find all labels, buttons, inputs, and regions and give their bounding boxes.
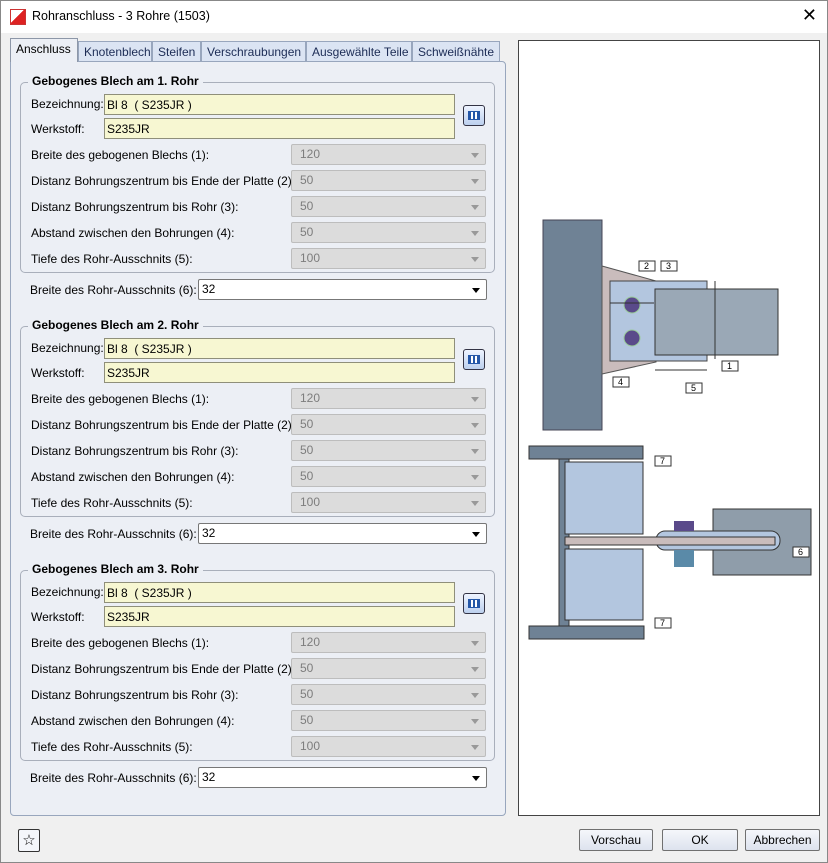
cutout-width-label: Breite des Rohr-Ausschnits (6):	[30, 283, 197, 297]
bezeichnung-label: Bezeichnung:	[31, 341, 104, 355]
callout-2: 2	[638, 260, 656, 272]
bezeichnung-input[interactable]: Bl 8 ( S235JR )	[104, 94, 455, 115]
connection-drawing: 1 2 3 4 5 6 7 7	[528, 219, 812, 640]
favorite-star-button[interactable]: ☆	[18, 829, 40, 852]
field-label: Distanz Bohrungszentrum bis Rohr (3):	[31, 688, 239, 702]
werkstoff-label: Werkstoff:	[31, 610, 85, 624]
preview-button[interactable]: Vorschau	[579, 829, 653, 851]
callout-1: 1	[721, 360, 739, 372]
field-label: Abstand zwischen den Bohrungen (4):	[31, 714, 235, 728]
werkstoff-input[interactable]: S235JR	[104, 362, 455, 383]
field-dropdown-disabled: 120	[291, 632, 486, 653]
tab-knotenblech[interactable]: Knotenblech	[78, 41, 152, 61]
field-label: Abstand zwischen den Bohrungen (4):	[31, 470, 235, 484]
bent-plate-group-2: Gebogenes Blech am 2. Rohr Bezeichnung: …	[20, 318, 495, 517]
catalog-button[interactable]	[463, 105, 485, 126]
tab-schweissnaehte[interactable]: Schweißnähte	[412, 41, 500, 61]
catalog-icon	[468, 599, 480, 608]
tab-steifen[interactable]: Steifen	[152, 41, 201, 61]
app-icon	[10, 9, 26, 25]
callout-5: 5	[685, 382, 703, 394]
bezeichnung-input[interactable]: Bl 8 ( S235JR )	[104, 582, 455, 603]
cutout-width-label: Breite des Rohr-Ausschnits (6):	[30, 527, 197, 541]
werkstoff-input[interactable]: S235JR	[104, 606, 455, 627]
ok-button[interactable]: OK	[662, 829, 738, 851]
field-dropdown-disabled: 50	[291, 658, 486, 679]
tab-anschluss[interactable]: Anschluss	[10, 38, 78, 62]
field-dropdown-disabled: 50	[291, 710, 486, 731]
field-label: Distanz Bohrungszentrum bis Ende der Pla…	[31, 662, 296, 676]
svg-text:5: 5	[691, 383, 696, 393]
field-label: Breite des gebogenen Blechs (1):	[31, 636, 210, 650]
werkstoff-label: Werkstoff:	[31, 122, 85, 136]
field-dropdown-disabled: 120	[291, 388, 486, 409]
cutout-width-dropdown[interactable]: 32	[198, 523, 487, 544]
werkstoff-input[interactable]: S235JR	[104, 118, 455, 139]
tab-verschraubungen[interactable]: Verschraubungen	[201, 41, 306, 61]
bezeichnung-label: Bezeichnung:	[31, 97, 104, 111]
field-label: Breite des gebogenen Blechs (1):	[31, 148, 210, 162]
field-dropdown-disabled: 50	[291, 466, 486, 487]
field-dropdown-disabled: 100	[291, 736, 486, 757]
dialog-window: Rohranschluss - 3 Rohre (1503) ✕ Anschlu…	[0, 0, 828, 863]
callout-3: 3	[660, 260, 678, 272]
bent-plate-group-1: Gebogenes Blech am 1. Rohr Bezeichnung: …	[20, 74, 495, 273]
cutout-width-dropdown[interactable]: 32	[198, 279, 487, 300]
werkstoff-label: Werkstoff:	[31, 366, 85, 380]
group-title: Gebogenes Blech am 2. Rohr	[28, 318, 203, 332]
svg-text:7: 7	[660, 456, 665, 466]
bezeichnung-input[interactable]: Bl 8 ( S235JR )	[104, 338, 455, 359]
window-title: Rohranschluss - 3 Rohre (1503)	[32, 9, 210, 23]
close-icon[interactable]: ✕	[802, 5, 817, 26]
svg-text:2: 2	[644, 261, 649, 271]
field-label: Distanz Bohrungszentrum bis Ende der Pla…	[31, 174, 296, 188]
field-dropdown-disabled: 50	[291, 684, 486, 705]
field-dropdown-disabled: 50	[291, 196, 486, 217]
bezeichnung-label: Bezeichnung:	[31, 585, 104, 599]
preview-image: 1 2 3 4 5 6 7 7	[518, 40, 820, 816]
group-title: Gebogenes Blech am 1. Rohr	[28, 74, 203, 88]
callout-6: 6	[792, 546, 810, 558]
field-label: Abstand zwischen den Bohrungen (4):	[31, 226, 235, 240]
tab-ausgewaehlte-teile[interactable]: Ausgewählte Teile	[306, 41, 412, 61]
callout-4: 4	[612, 376, 630, 388]
field-dropdown-disabled: 50	[291, 440, 486, 461]
callout-7-top: 7	[654, 455, 672, 467]
field-dropdown-disabled: 100	[291, 248, 486, 269]
callout-7-bottom: 7	[654, 617, 672, 629]
field-dropdown-disabled: 50	[291, 414, 486, 435]
field-label: Distanz Bohrungszentrum bis Rohr (3):	[31, 444, 239, 458]
catalog-button[interactable]	[463, 593, 485, 614]
cutout-width-dropdown[interactable]: 32	[198, 767, 487, 788]
svg-text:7: 7	[660, 618, 665, 628]
field-label: Breite des gebogenen Blechs (1):	[31, 392, 210, 406]
field-dropdown-disabled: 100	[291, 492, 486, 513]
star-icon: ☆	[22, 832, 36, 849]
catalog-icon	[468, 111, 480, 120]
field-label: Tiefe des Rohr-Ausschnits (5):	[31, 740, 193, 754]
svg-text:4: 4	[618, 377, 623, 387]
bent-plate-group-3: Gebogenes Blech am 3. Rohr Bezeichnung: …	[20, 562, 495, 761]
cancel-button[interactable]: Abbrechen	[745, 829, 820, 851]
field-label: Distanz Bohrungszentrum bis Rohr (3):	[31, 200, 239, 214]
group-title: Gebogenes Blech am 3. Rohr	[28, 562, 203, 576]
title-bar: Rohranschluss - 3 Rohre (1503) ✕	[1, 1, 827, 33]
field-label: Tiefe des Rohr-Ausschnits (5):	[31, 252, 193, 266]
svg-text:3: 3	[666, 261, 671, 271]
catalog-icon	[468, 355, 480, 364]
field-dropdown-disabled: 120	[291, 144, 486, 165]
svg-text:1: 1	[727, 361, 732, 371]
field-dropdown-disabled: 50	[291, 222, 486, 243]
catalog-button[interactable]	[463, 349, 485, 370]
field-label: Distanz Bohrungszentrum bis Ende der Pla…	[31, 418, 296, 432]
cutout-width-label: Breite des Rohr-Ausschnits (6):	[30, 771, 197, 785]
field-dropdown-disabled: 50	[291, 170, 486, 191]
field-label: Tiefe des Rohr-Ausschnits (5):	[31, 496, 193, 510]
svg-text:6: 6	[798, 547, 803, 557]
